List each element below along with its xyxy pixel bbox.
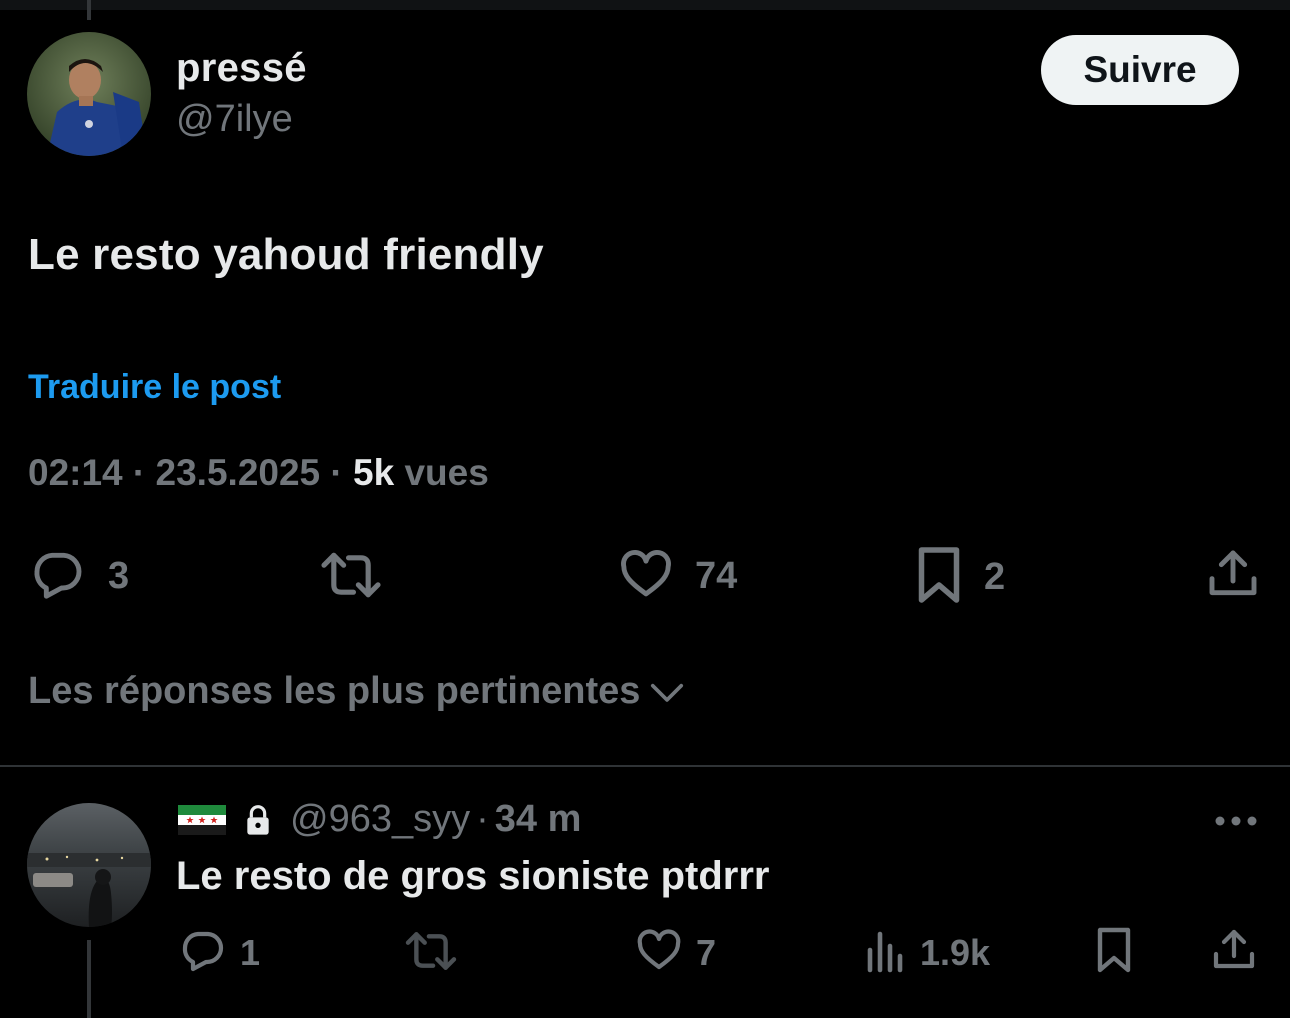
views-count[interactable]: 5k — [353, 452, 394, 493]
reply-count: 3 — [108, 555, 130, 597]
post-date[interactable]: 23.5.2025 — [156, 452, 321, 493]
share-action[interactable] — [1205, 546, 1261, 607]
divider — [0, 765, 1290, 767]
like-action[interactable]: 74 — [617, 546, 737, 607]
repost-icon — [403, 928, 459, 979]
follow-button[interactable]: Suivre — [1041, 35, 1239, 105]
bookmark-icon — [914, 544, 964, 611]
chevron-down-icon — [648, 677, 686, 707]
author-name[interactable]: pressé — [176, 46, 307, 91]
bookmark-icon — [1094, 924, 1134, 981]
translate-link[interactable]: Traduire le post — [28, 368, 281, 407]
reply-icon — [28, 546, 88, 607]
thread-line — [87, 0, 91, 20]
repost-icon — [318, 548, 384, 607]
header-separator: · — [476, 798, 489, 840]
like-icon — [634, 926, 684, 979]
meta-separator: · — [132, 452, 156, 493]
reply-reply-count: 1 — [240, 931, 261, 973]
thread-line — [87, 940, 91, 1018]
reply-like-count: 7 — [696, 931, 717, 973]
author-handle[interactable]: @7ilye — [176, 98, 293, 141]
reply-author-avatar[interactable] — [27, 803, 151, 927]
flag-icon — [178, 804, 226, 835]
replies-sort-selector[interactable]: Les réponses les plus pertinentes — [28, 670, 686, 713]
reply-header: @963_syy · 34 m — [178, 798, 581, 841]
reply-like-action[interactable]: 7 — [634, 926, 716, 979]
reply-icon — [178, 926, 228, 979]
share-icon — [1210, 926, 1258, 979]
post-time[interactable]: 02:14 — [28, 452, 123, 493]
reply-action[interactable]: 3 — [28, 546, 129, 607]
reply-reply-action[interactable]: 1 — [178, 926, 260, 979]
views-icon — [864, 926, 908, 979]
reply-views-count: 1.9k — [920, 931, 991, 973]
bookmark-count: 2 — [984, 556, 1006, 598]
reply-text: Le resto de gros sioniste ptdrrr — [176, 854, 770, 898]
lock-icon — [244, 804, 272, 836]
repost-action[interactable] — [318, 548, 384, 607]
meta-separator: · — [330, 452, 354, 493]
reply-bookmark-action[interactable] — [1094, 924, 1134, 981]
post-detail-page: pressé @7ilye Suivre Le resto yahoud fri… — [0, 0, 1290, 1018]
like-icon — [617, 546, 675, 607]
sort-label: Les réponses les plus pertinentes — [28, 670, 641, 712]
more-icon[interactable] — [1214, 806, 1258, 836]
like-count: 74 — [695, 555, 738, 597]
share-icon — [1205, 546, 1261, 607]
post-text: Le resto yahoud friendly — [28, 230, 544, 279]
reply-views-action[interactable]: 1.9k — [864, 926, 990, 979]
reply-author-handle[interactable]: @963_syy — [290, 798, 470, 841]
bookmark-action[interactable]: 2 — [914, 544, 1005, 611]
reply-repost-action[interactable] — [403, 928, 459, 979]
reply-time[interactable]: 34 m — [495, 798, 582, 841]
top-bar — [0, 0, 1290, 10]
author-avatar[interactable] — [27, 32, 151, 156]
views-label: vues — [404, 452, 489, 493]
post-meta: 02:14 · 23.5.2025 · 5k vues — [28, 452, 489, 494]
reply-share-action[interactable] — [1210, 926, 1258, 979]
